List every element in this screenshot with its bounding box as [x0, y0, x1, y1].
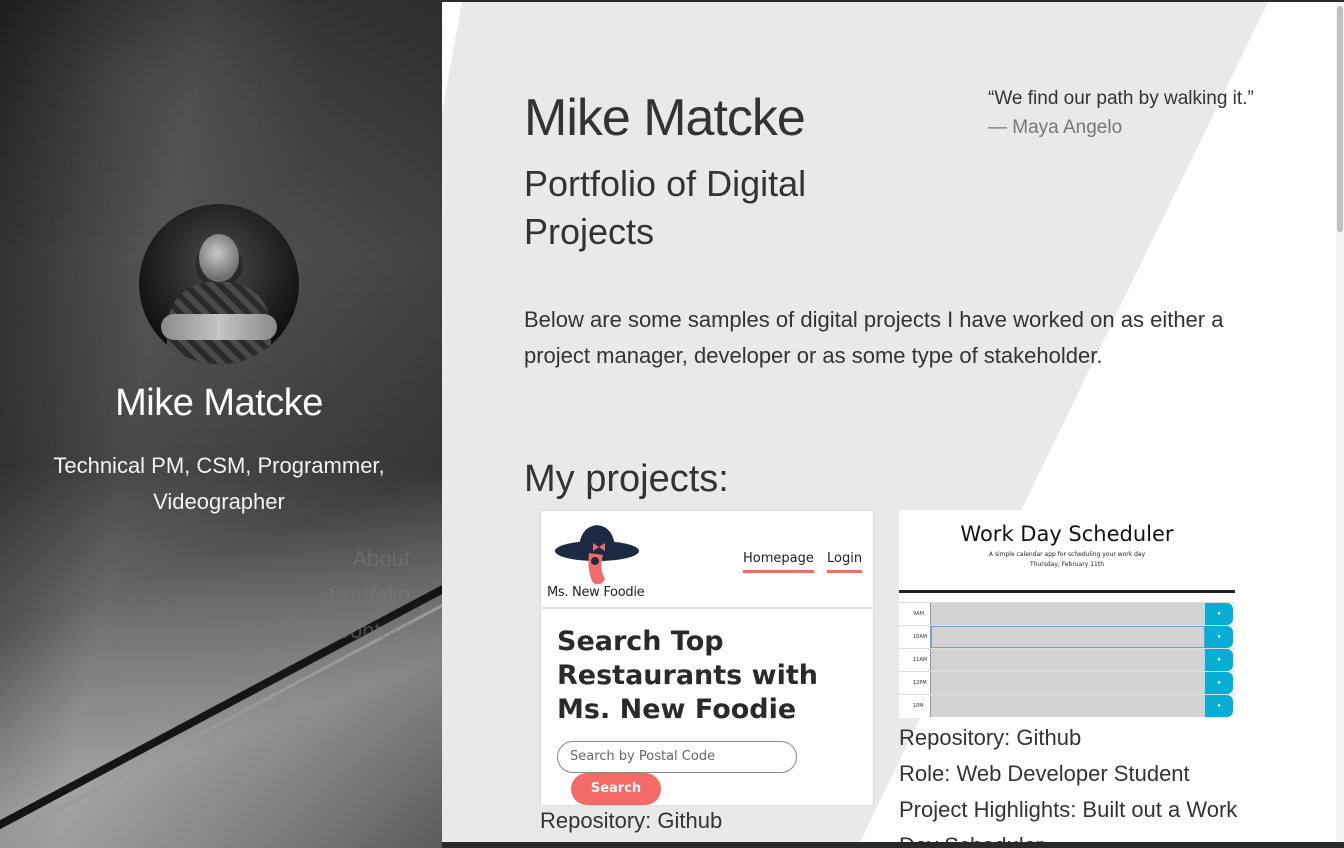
nav-link-portfolio[interactable]: Portfolio — [300, 577, 440, 613]
page-subtitle: Portfolio of Digital Projects — [524, 163, 807, 252]
nav-link-about[interactable]: About — [300, 541, 440, 577]
foodie-search-button[interactable]: Search — [571, 773, 661, 805]
foodie-hero-text: Search Top Restaurants with Ms. New Food… — [557, 626, 818, 725]
time-block-row: 11AM ● — [899, 648, 1235, 671]
foodie-search-input[interactable]: Search by Postal Code — [557, 741, 797, 773]
scheduler-rows: 9AM ● 10AM ● 11AM ● 12PM ● 1PM ● — [899, 602, 1235, 717]
foodie-logo-icon — [555, 525, 639, 585]
time-block-input[interactable] — [931, 672, 1205, 694]
time-block-hour: 9AM — [899, 603, 931, 625]
scheduler-caption: Repository: Github Role: Web Developer S… — [899, 720, 1259, 842]
scheduler-role: Role: Web Developer Student — [899, 761, 1190, 786]
time-block-hour: 12PM — [899, 672, 931, 694]
time-block-row: 12PM ● — [899, 671, 1235, 694]
scheduler-description: A simple calendar app for scheduling you… — [988, 551, 1146, 558]
time-block-input[interactable] — [931, 626, 1205, 648]
lock-icon[interactable]: ● — [1205, 649, 1233, 671]
time-block-hour: 10AM — [899, 626, 931, 648]
nav-link-contact[interactable]: Contact — [300, 613, 440, 649]
intro-paragraph: Below are some samples of digital projec… — [524, 307, 1224, 368]
scheduler-highlights: Project Highlights: Built out a Work Day… — [899, 797, 1238, 842]
scheduler-divider — [899, 590, 1235, 593]
time-block-input[interactable] — [931, 695, 1205, 717]
avatar-arms — [161, 314, 277, 340]
quote: “We find our path by walking it.” — Maya… — [988, 86, 1288, 144]
time-block-input[interactable] — [931, 649, 1205, 671]
time-block-row: 1PM ● — [899, 694, 1235, 717]
sidebar-name: Mike Matcke — [115, 382, 323, 424]
avatar — [139, 204, 299, 364]
sidebar-title: Technical PM, CSM, Programmer, Videograp… — [53, 453, 385, 514]
page-scrollbar[interactable] — [1336, 2, 1344, 842]
lock-icon[interactable]: ● — [1205, 672, 1233, 694]
foodie-nav-homepage[interactable]: Homepage — [743, 551, 814, 573]
foodie-brand: Ms. New Foodie — [547, 585, 645, 600]
avatar-head — [199, 234, 239, 282]
projects-heading: My projects: — [524, 458, 729, 500]
scheduler-subtitle: A simple calendar app for scheduling you… — [899, 550, 1235, 570]
page-title: Mike Matcke — [524, 89, 806, 147]
foodie-nav-login[interactable]: Login — [827, 551, 863, 573]
sidebar: Mike Matcke Technical PM, CSM, Programme… — [0, 0, 442, 848]
quote-text: “We find our path by walking it.” — [988, 88, 1254, 109]
scrollbar-thumb[interactable] — [1337, 6, 1343, 232]
scheduler-date: Thursday, February 11th — [1030, 561, 1104, 568]
lock-icon[interactable]: ● — [1205, 603, 1233, 625]
time-block-input[interactable] — [931, 603, 1205, 625]
lock-icon[interactable]: ● — [1205, 695, 1233, 717]
scheduler-title: Work Day Scheduler — [960, 522, 1174, 546]
project-card-scheduler[interactable]: Work Day Scheduler A simple calendar app… — [899, 510, 1235, 718]
main-content: Mike Matcke Portfolio of Digital Project… — [442, 2, 1336, 842]
lock-icon[interactable]: ● — [1205, 626, 1233, 648]
scheduler-repository-link[interactable]: Repository: Github — [899, 720, 1259, 756]
project-card-foodie[interactable]: Ms. New Foodie Homepage Login Search Top… — [540, 510, 874, 806]
time-block-hour: 11AM — [899, 649, 931, 671]
sidebar-nav: About Portfolio Contact — [300, 541, 440, 649]
time-block-row: 9AM ● — [899, 602, 1235, 625]
time-block-hour: 1PM — [899, 695, 931, 717]
foodie-header: Ms. New Foodie Homepage Login — [541, 511, 873, 609]
foodie-repository-link[interactable]: Repository: Github — [540, 808, 722, 834]
time-block-row: 10AM ● — [899, 625, 1235, 648]
quote-author: — Maya Angelo — [988, 117, 1123, 138]
